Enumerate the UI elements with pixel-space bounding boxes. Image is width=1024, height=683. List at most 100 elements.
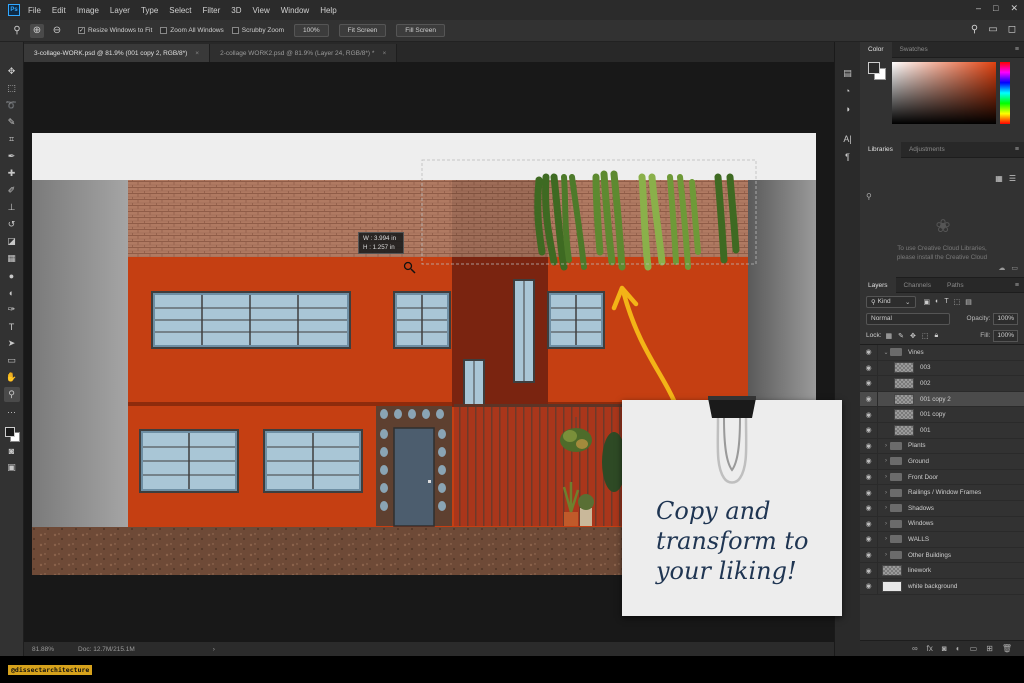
layer-row[interactable]: ◉ linework bbox=[860, 563, 1024, 579]
screen-mode-icon[interactable]: ▣ bbox=[4, 460, 20, 475]
quick-mask-icon[interactable]: ◙ bbox=[4, 443, 20, 458]
panel-menu-icon[interactable]: ≡ bbox=[1015, 46, 1019, 53]
adjustment-layer-icon[interactable]: ◐ bbox=[956, 644, 961, 653]
type-filter-icon[interactable]: T bbox=[944, 298, 948, 306]
layer-row[interactable]: ◉ › WALLS bbox=[860, 532, 1024, 548]
menu-image[interactable]: Image bbox=[77, 6, 99, 15]
visibility-eye-icon[interactable]: ◉ bbox=[860, 407, 878, 422]
layer-row[interactable]: ◉ › Shadows bbox=[860, 500, 1024, 517]
pen-tool-icon[interactable]: ✑ bbox=[4, 302, 20, 317]
chevron-down-icon[interactable]: ⌄ bbox=[882, 349, 890, 356]
tab-swatches[interactable]: Swatches bbox=[892, 42, 936, 58]
chevron-right-icon[interactable]: › bbox=[882, 443, 890, 449]
layer-row[interactable]: ◉ › Railings / Window Frames bbox=[860, 485, 1024, 501]
layer-row[interactable]: ◉ 001 copy bbox=[860, 407, 1024, 423]
visibility-eye-icon[interactable]: ◉ bbox=[860, 422, 878, 438]
minimize-button[interactable]: – bbox=[976, 3, 981, 14]
layer-row[interactable]: ◉ 001 bbox=[860, 422, 1024, 439]
pixel-filter-icon[interactable]: ▣ bbox=[924, 298, 931, 306]
visibility-eye-icon[interactable]: ◉ bbox=[860, 391, 878, 407]
lock-artboard-icon[interactable]: ⬚ bbox=[922, 332, 929, 340]
lock-position-icon[interactable]: ✥ bbox=[910, 332, 916, 340]
zoom-all-windows-checkbox[interactable]: Zoom All Windows bbox=[160, 27, 224, 34]
foreground-color-chip[interactable] bbox=[868, 62, 880, 74]
share-icon[interactable]: ◻ bbox=[1008, 24, 1016, 35]
chevron-right-icon[interactable]: › bbox=[882, 458, 890, 464]
history-panel-icon[interactable]: ▤ bbox=[840, 66, 856, 80]
more-tools-icon[interactable]: ··· bbox=[4, 404, 20, 419]
panel-menu-icon[interactable]: ≡ bbox=[1015, 282, 1019, 289]
visibility-eye-icon[interactable]: ◉ bbox=[860, 516, 878, 532]
layer-row[interactable]: ◉ ⌄ Vines bbox=[860, 345, 1024, 361]
layer-row[interactable]: ◉ 001 copy 2 bbox=[860, 391, 1024, 408]
tab-libraries[interactable]: Libraries bbox=[860, 141, 901, 158]
shape-filter-icon[interactable]: ⬚ bbox=[954, 298, 961, 306]
menu-layer[interactable]: Layer bbox=[110, 6, 130, 15]
layer-row[interactable]: ◉ › Other Buildings bbox=[860, 547, 1024, 564]
visibility-eye-icon[interactable]: ◉ bbox=[860, 532, 878, 547]
grid-view-icon[interactable]: ▦ bbox=[995, 174, 1003, 183]
menu-window[interactable]: Window bbox=[281, 6, 309, 15]
chevron-right-icon[interactable]: › bbox=[882, 552, 890, 558]
eyedropper-tool-icon[interactable]: ✒ bbox=[4, 149, 20, 164]
menu-filter[interactable]: Filter bbox=[203, 6, 221, 15]
color-swatches[interactable] bbox=[3, 425, 21, 443]
tab-adjustments[interactable]: Adjustments bbox=[901, 142, 953, 158]
layer-style-icon[interactable]: fx bbox=[927, 644, 933, 653]
history-brush-tool-icon[interactable]: ↺ bbox=[4, 217, 20, 232]
type-tool-icon[interactable]: T bbox=[4, 319, 20, 334]
status-menu-arrow[interactable]: › bbox=[213, 646, 215, 653]
tab-2-collage-work2[interactable]: 2-collage WORK2.psd @ 81.9% (Layer 24, R… bbox=[210, 44, 398, 62]
visibility-eye-icon[interactable]: ◉ bbox=[860, 563, 878, 578]
search-icon[interactable]: ⚲ bbox=[971, 24, 978, 35]
menu-3d[interactable]: 3D bbox=[231, 6, 241, 15]
menu-edit[interactable]: Edit bbox=[52, 6, 66, 15]
chevron-right-icon[interactable]: › bbox=[882, 536, 890, 542]
zoom-tool-preset-icon[interactable]: ⚲ bbox=[10, 24, 24, 38]
properties-panel-icon[interactable]: ◔ bbox=[840, 84, 856, 98]
paragraph-panel-icon[interactable]: ¶ bbox=[840, 150, 856, 164]
library-options-icon[interactable]: ▭ bbox=[1011, 264, 1018, 272]
scrubby-zoom-checkbox[interactable]: Scrubby Zoom bbox=[231, 27, 284, 34]
visibility-eye-icon[interactable]: ◉ bbox=[860, 469, 878, 485]
menu-select[interactable]: Select bbox=[169, 6, 191, 15]
zoom-out-icon[interactable]: ⊖ bbox=[50, 24, 64, 38]
visibility-eye-icon[interactable]: ◉ bbox=[860, 345, 878, 360]
chevron-right-icon[interactable]: › bbox=[882, 505, 890, 511]
chevron-right-icon[interactable]: › bbox=[882, 521, 890, 527]
smart-object-filter-icon[interactable]: ▤ bbox=[965, 298, 972, 306]
visibility-eye-icon[interactable]: ◉ bbox=[860, 438, 878, 454]
tab-channels[interactable]: Channels bbox=[896, 277, 939, 293]
opacity-input[interactable]: 100% bbox=[993, 312, 1018, 325]
adjustment-filter-icon[interactable]: ◐ bbox=[935, 298, 939, 306]
cloud-sync-icon[interactable]: ☁ bbox=[998, 264, 1005, 272]
new-layer-icon[interactable]: ⊞ bbox=[986, 644, 993, 653]
zoom-level[interactable]: 81.88% bbox=[32, 646, 54, 653]
layer-mask-icon[interactable]: ◙ bbox=[942, 644, 947, 653]
visibility-eye-icon[interactable]: ◉ bbox=[860, 578, 878, 594]
adjustments-panel-icon[interactable]: ◑ bbox=[840, 102, 856, 116]
foreground-color-swatch[interactable] bbox=[4, 427, 15, 437]
brush-tool-icon[interactable]: ✐ bbox=[4, 183, 20, 198]
maximize-button[interactable]: □ bbox=[993, 3, 998, 14]
path-selection-tool-icon[interactable]: ➤ bbox=[4, 336, 20, 351]
blend-mode-dropdown[interactable]: Normal bbox=[866, 312, 950, 325]
layer-row[interactable]: ◉ white background bbox=[860, 578, 1024, 595]
crop-tool-icon[interactable]: ⌗ bbox=[4, 132, 20, 147]
chevron-right-icon[interactable]: › bbox=[882, 474, 890, 480]
rectangle-tool-icon[interactable]: ▭ bbox=[4, 353, 20, 368]
menu-view[interactable]: View bbox=[253, 6, 270, 15]
menu-type[interactable]: Type bbox=[141, 6, 158, 15]
hue-slider[interactable] bbox=[1000, 62, 1010, 124]
menu-file[interactable]: File bbox=[28, 6, 41, 15]
menu-help[interactable]: Help bbox=[320, 6, 336, 15]
layer-row[interactable]: ◉ 003 bbox=[860, 360, 1024, 377]
tab-paths[interactable]: Paths bbox=[939, 277, 972, 293]
list-view-icon[interactable]: ☰ bbox=[1009, 174, 1016, 183]
saturation-field[interactable] bbox=[892, 62, 996, 124]
close-icon[interactable]: × bbox=[382, 50, 386, 57]
quick-select-tool-icon[interactable]: ✎ bbox=[4, 115, 20, 130]
tab-3-collage-work[interactable]: 3-collage-WORK.psd @ 81.9% (001 copy 2, … bbox=[24, 44, 211, 62]
kind-filter-dropdown[interactable]: ⚲ Kind ⌄ bbox=[866, 295, 916, 308]
move-tool-icon[interactable]: ✥ bbox=[4, 64, 20, 79]
